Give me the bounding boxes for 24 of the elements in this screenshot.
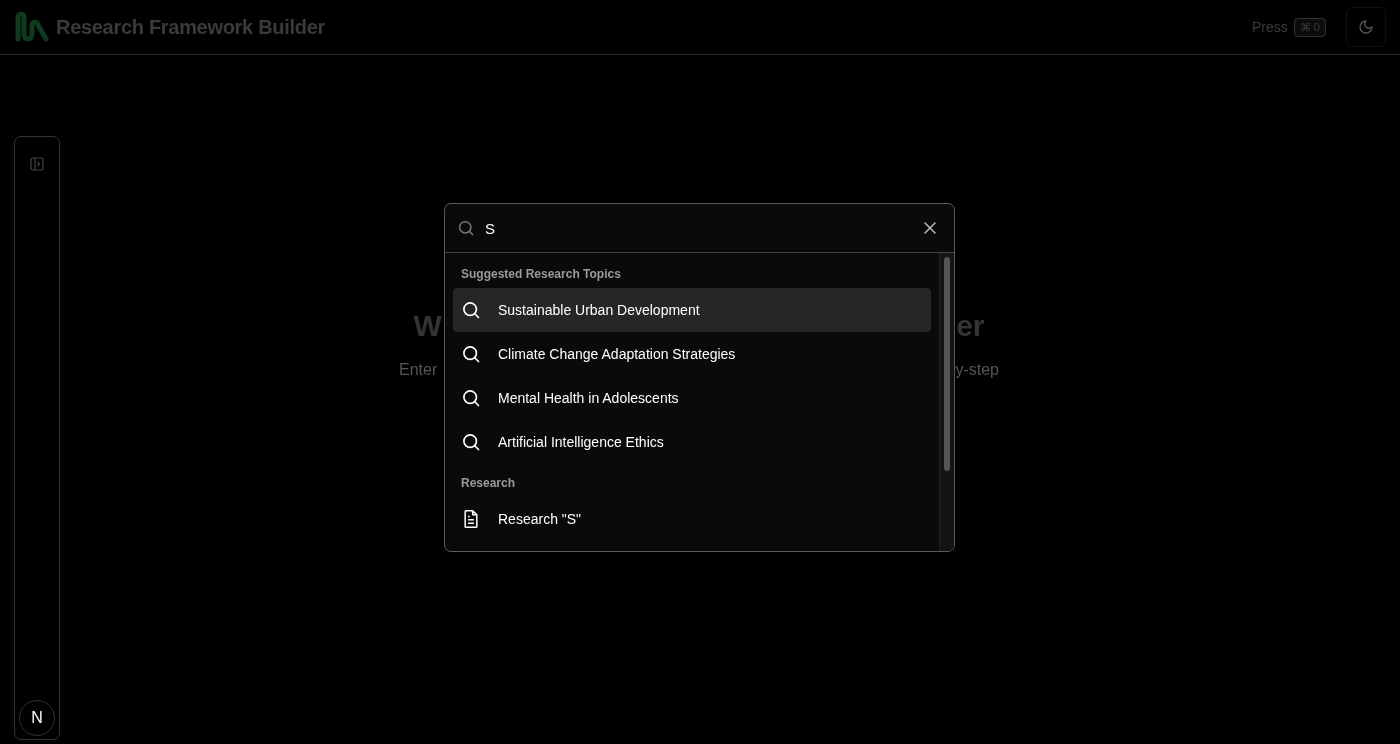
suggestion-item[interactable]: Sustainable Urban Development: [453, 288, 931, 332]
document-icon: [461, 509, 481, 529]
group-heading: Research: [460, 475, 517, 492]
shortcut-label: Press: [1252, 19, 1288, 35]
search-icon: [461, 300, 481, 320]
logo-icon: [14, 11, 50, 43]
moon-icon: [1358, 19, 1374, 35]
suggestion-item[interactable]: Mental Health in Adolescents: [453, 376, 931, 420]
suggestion-item[interactable]: Climate Change Adaptation Strategies: [453, 332, 931, 376]
subtitle-text: Enter: [399, 361, 438, 379]
app-title: Research Framework Builder: [56, 15, 325, 39]
scrollbar[interactable]: [939, 253, 954, 551]
search-icon: [461, 344, 481, 364]
theme-toggle-button[interactable]: [1346, 7, 1386, 47]
suggestion-item[interactable]: Artificial Intelligence Ethics: [453, 420, 931, 464]
search-icon: [461, 432, 481, 452]
group-heading: Suggested Research Topics: [460, 266, 622, 283]
search-icon: [457, 219, 475, 237]
search-icon: [461, 388, 481, 408]
subtitle-text: y-step: [955, 361, 999, 379]
close-icon[interactable]: [924, 222, 936, 234]
search-field[interactable]: S: [485, 219, 914, 237]
sidebar-toggle-icon[interactable]: [30, 157, 44, 171]
suggestion-item[interactable]: Research "S": [453, 497, 931, 541]
